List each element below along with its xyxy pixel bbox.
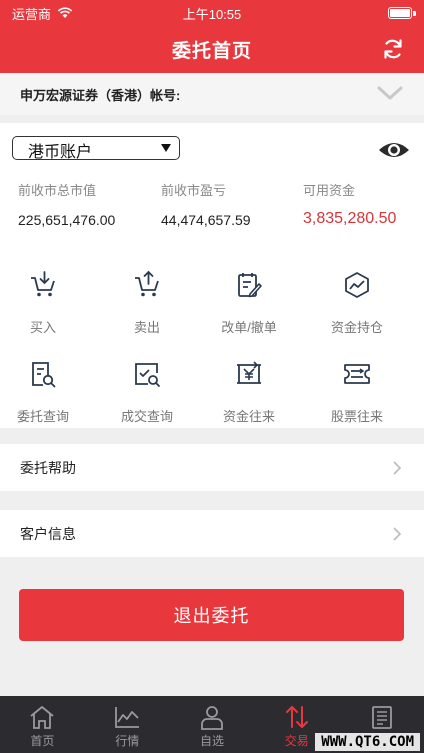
- list-item-order-help[interactable]: 委托帮助: [0, 444, 424, 491]
- tab-label: 行情: [115, 734, 140, 748]
- action-label: 资金往来: [222, 409, 275, 424]
- action-label: 卖出: [133, 320, 160, 335]
- refresh-button[interactable]: [380, 36, 406, 62]
- watermark-label: WWW.QT6.COM: [315, 733, 420, 751]
- chevron-right-icon: [393, 461, 402, 475]
- order-search-icon: [32, 362, 56, 388]
- cart-buy-icon: [31, 271, 55, 297]
- action-fund-transfer[interactable]: 资金往来: [204, 359, 294, 425]
- tab-market[interactable]: 行情: [85, 696, 170, 753]
- cart-sell-icon: [135, 270, 159, 297]
- news-icon: [371, 706, 392, 729]
- account-select-value: 港币账户: [28, 144, 93, 161]
- list-item-customer-info[interactable]: 客户信息: [0, 510, 424, 557]
- caret-down-icon: [161, 144, 171, 152]
- action-label: 股票往来: [330, 409, 383, 424]
- status-time: 上午10:55: [182, 6, 242, 22]
- status-bar: 运营商 上午10:55: [0, 0, 424, 26]
- trade-search-icon: [135, 363, 160, 387]
- holdings-chart-icon: [345, 272, 369, 298]
- stat-profit-loss: 前收市盈亏 44,474,657.59: [161, 180, 251, 228]
- action-label: 改单/撤单: [221, 320, 277, 335]
- list-item-label: 委托帮助: [20, 459, 76, 476]
- action-label: 委托查询: [16, 409, 69, 424]
- tab-label: 自选: [199, 734, 224, 748]
- action-buy[interactable]: 买入: [0, 270, 88, 336]
- action-holdings[interactable]: 资金持仓: [312, 270, 402, 336]
- page-title: 委托首页: [171, 41, 252, 62]
- tab-label: 首页: [30, 734, 55, 748]
- action-label: 成交查询: [120, 409, 173, 424]
- stat-total-value: 前收市总市值 225,651,476.00: [18, 180, 115, 228]
- action-order-query[interactable]: 委托查询: [0, 359, 88, 425]
- action-modify-cancel[interactable]: 改单/撤单: [204, 270, 294, 336]
- nav-bar: 委托首页: [0, 26, 424, 73]
- action-label: 买入: [29, 320, 56, 335]
- stat-value: 44,474,657.59: [161, 212, 251, 228]
- eye-icon[interactable]: [378, 139, 410, 161]
- battery-tip: [413, 11, 416, 16]
- stat-value: 3,835,280.50: [303, 210, 397, 227]
- stat-value: 225,651,476.00: [18, 212, 116, 228]
- trade-arrows-icon: [285, 706, 308, 728]
- action-trade-query[interactable]: 成交查询: [102, 359, 192, 425]
- tab-watchlist[interactable]: 自选: [170, 696, 255, 753]
- tab-label: 交易: [284, 734, 309, 748]
- stat-available-funds: 可用资金 3,835,280.50: [303, 180, 396, 228]
- market-chart-icon: [115, 707, 140, 728]
- list-item-label: 客户信息: [20, 525, 76, 542]
- action-label: 资金持仓: [330, 320, 383, 335]
- stat-label: 前收市总市值: [18, 183, 97, 198]
- refresh-icon: [384, 39, 402, 59]
- stat-label: 前收市盈亏: [161, 183, 227, 198]
- broker-account-row[interactable]: 申万宏源证券（香港）帐号:: [0, 73, 424, 115]
- tab-home[interactable]: 首页: [0, 696, 85, 753]
- home-icon: [30, 706, 54, 729]
- account-card: 港币账户 前收市总市值 225,651,476.00 前收市盈亏 44,474,…: [0, 123, 424, 428]
- battery-icon: [388, 7, 412, 19]
- logout-button[interactable]: 退出委托: [19, 589, 404, 641]
- stat-label: 可用资金: [303, 183, 356, 198]
- chevron-right-icon: [393, 527, 402, 541]
- edit-order-icon: [238, 273, 262, 298]
- action-sell[interactable]: 卖出: [102, 270, 192, 336]
- stock-transfer-icon: [344, 364, 370, 384]
- action-stock-transfer[interactable]: 股票往来: [312, 359, 402, 425]
- account-select[interactable]: 港币账户: [12, 136, 180, 161]
- top-header: 运营商 上午10:55 委托首页: [0, 0, 424, 73]
- broker-label: 申万宏源证券（香港）帐号:: [20, 87, 181, 103]
- chevron-down-icon[interactable]: [376, 83, 404, 103]
- fund-transfer-icon: [237, 361, 261, 384]
- user-icon: [201, 706, 223, 730]
